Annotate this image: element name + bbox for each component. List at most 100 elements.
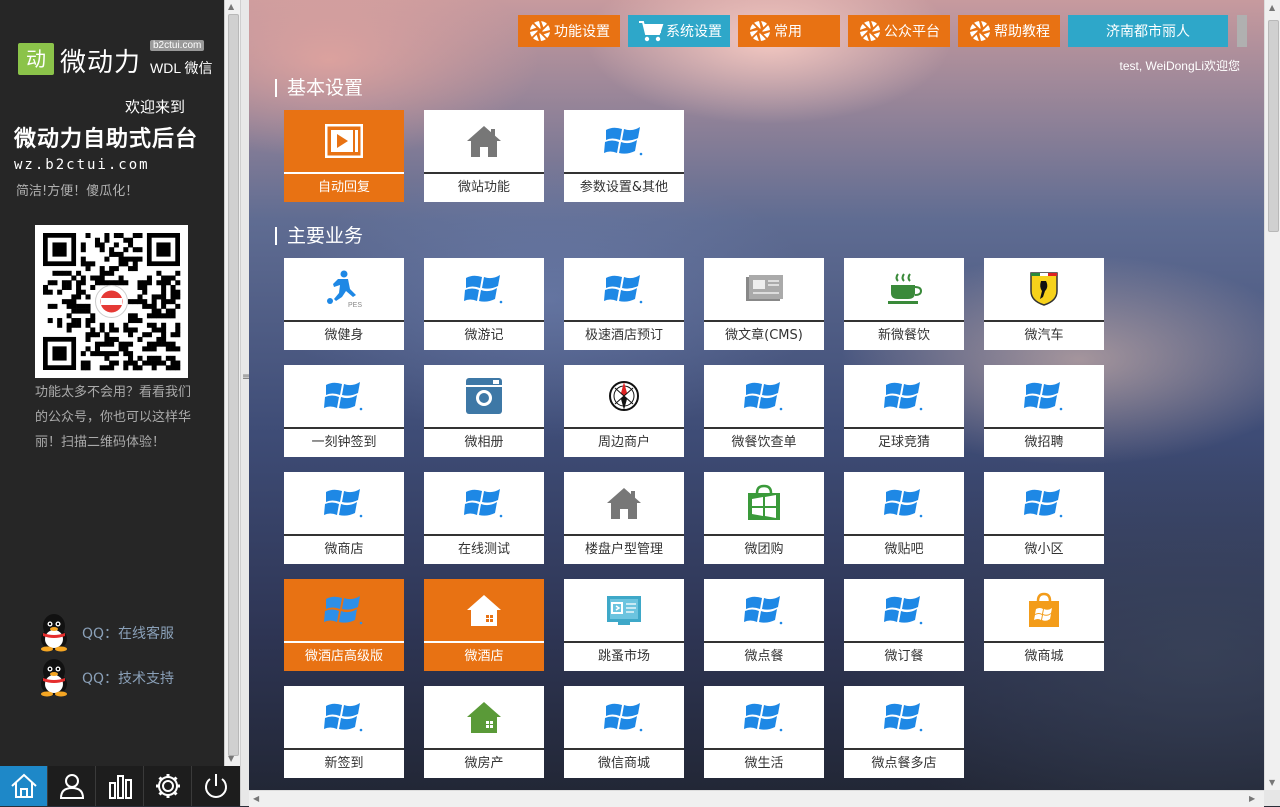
nav-account-jinan-button[interactable]: 济南都市丽人	[1068, 15, 1228, 47]
feature-tile[interactable]: 微生活	[704, 686, 824, 778]
tile-label: 微游记	[464, 328, 504, 343]
feature-tile[interactable]: 微房产	[424, 686, 544, 778]
windows-icon	[564, 258, 684, 320]
feature-tile[interactable]: 微酒店	[424, 579, 544, 671]
feature-tile[interactable]: 参数设置&其他	[564, 110, 684, 202]
feature-tile[interactable]: 微团购	[704, 472, 824, 564]
feature-tile[interactable]: 新微餐饮	[844, 258, 964, 350]
user-button[interactable]	[48, 766, 96, 806]
qr-code	[35, 225, 188, 378]
qr-description: 功能太多不会用？看看我们的公众号，你也可以这样华丽！扫描二维码体验！	[35, 385, 192, 450]
tile-label: 微相册	[464, 435, 504, 450]
nav-help-tutorial-button[interactable]: 帮助教程	[958, 15, 1060, 47]
tile-label: 微汽车	[1024, 328, 1064, 343]
qq-penguin-icon	[41, 614, 67, 652]
tile-label: 微站功能	[457, 180, 510, 195]
settings-button[interactable]	[144, 766, 192, 806]
scroll-down-arrow-icon[interactable]: ▼	[228, 754, 234, 763]
nav-function-settings-button[interactable]: 功能设置	[518, 15, 620, 47]
logo-sub: WDL 微信	[150, 60, 213, 76]
sidebar-scrollbar[interactable]: ▲ ▼	[224, 0, 241, 766]
nav-account-jinan-label: 济南都市丽人	[1106, 24, 1190, 40]
feature-tile[interactable]: 微游记	[424, 258, 544, 350]
nav-system-settings-button[interactable]: 系统设置	[628, 15, 730, 47]
feature-tile[interactable]: 楼盘户型管理	[564, 472, 684, 564]
tile-label: 微点餐	[744, 649, 784, 664]
feature-tile[interactable]: 微酒店高级版	[284, 579, 404, 671]
windows-icon	[284, 686, 404, 748]
scroll-left-arrow-icon[interactable]: ◀	[253, 794, 259, 803]
tile-label: 微点餐多店	[871, 756, 937, 771]
windows-icon	[844, 686, 964, 748]
card-icon	[704, 258, 824, 320]
feature-tile[interactable]: 微信商城	[564, 686, 684, 778]
feature-tile[interactable]: 微订餐	[844, 579, 964, 671]
feature-tile[interactable]: PES 微健身	[284, 258, 404, 350]
aperture-icon	[968, 19, 992, 43]
feature-tile[interactable]: 微商店	[284, 472, 404, 564]
tile-label: 微酒店高级版	[304, 649, 383, 664]
nav-common-button[interactable]: 常用	[738, 15, 840, 47]
feature-tile[interactable]: 微站功能	[424, 110, 544, 202]
monitor-icon	[564, 579, 684, 641]
stats-button[interactable]	[96, 766, 144, 806]
feature-tile[interactable]: 周边商户	[564, 365, 684, 457]
tile-label: 自动回复	[317, 180, 370, 195]
logo-domain: b2ctui.com	[150, 40, 205, 51]
feature-tile[interactable]: 足球竞猜	[844, 365, 964, 457]
feature-tile[interactable]: 微点餐	[704, 579, 824, 671]
tile-label: 跳蚤市场	[597, 649, 650, 664]
feature-tile[interactable]: 自动回复	[284, 110, 404, 202]
feature-tile[interactable]: 微贴吧	[844, 472, 964, 564]
scroll-right-arrow-icon[interactable]: ▶	[1249, 794, 1255, 803]
scroll-up-arrow-icon[interactable]: ▲	[1269, 3, 1275, 12]
house-green-icon	[424, 686, 544, 748]
feature-tile[interactable]: 一刻钟签到	[284, 365, 404, 457]
nav-public-platform-button[interactable]: 公众平台	[848, 15, 950, 47]
tile-label: 微酒店	[464, 649, 504, 664]
nav-common-label: 常用	[774, 24, 802, 40]
sidebar: 动 微动力 b2ctui.com WDL 微信 欢迎来到 微动力自助式后台 wz…	[0, 0, 224, 806]
nav-public-platform-label: 公众平台	[884, 24, 940, 40]
main-scroll-thumb[interactable]	[1268, 20, 1279, 232]
ferrari-shield-icon	[984, 258, 1104, 320]
aperture-icon	[858, 19, 882, 43]
user-icon	[59, 774, 84, 799]
feature-tile[interactable]: 极速酒店预订	[564, 258, 684, 350]
tile-label: 微商店	[324, 542, 364, 557]
feature-tile[interactable]: 在线测试	[424, 472, 544, 564]
tile-label: 微贴吧	[884, 542, 924, 557]
sidebar-scroll-thumb[interactable]	[228, 14, 239, 756]
tile-label: 微订餐	[884, 649, 924, 664]
feature-tile[interactable]: 微招聘	[984, 365, 1104, 457]
section-title-main-business: 主要业务	[275, 227, 363, 246]
feature-tile[interactable]: 微文章(CMS)	[704, 258, 824, 350]
main-horizontal-scrollbar[interactable]: ◀ ▶	[249, 790, 1264, 807]
tile-label: 微文章(CMS)	[725, 328, 803, 343]
tile-label: 微小区	[1024, 542, 1064, 557]
scrollbar-corner	[1264, 790, 1280, 806]
logout-button[interactable]	[192, 766, 239, 806]
play-icon	[284, 110, 404, 172]
section-title-basic-settings: 基本设置	[275, 79, 363, 98]
feature-tile[interactable]: 微商城	[984, 579, 1104, 671]
feature-tile[interactable]: 新签到	[284, 686, 404, 778]
main-vertical-scrollbar[interactable]: ▲ ▼	[1264, 0, 1280, 790]
nav-function-settings-label: 功能设置	[554, 24, 610, 40]
home-button[interactable]	[0, 766, 48, 806]
scroll-down-arrow-icon[interactable]: ▼	[1269, 778, 1275, 787]
logo: 动 微动力 b2ctui.com WDL 微信	[18, 40, 218, 80]
tile-label: 极速酒店预订	[584, 328, 663, 343]
feature-tile[interactable]: 微小区	[984, 472, 1104, 564]
qq-online-service-label: QQ：在线客服	[82, 626, 175, 642]
feature-tile[interactable]: 微餐饮查单	[704, 365, 824, 457]
qq-online-service-link[interactable]: QQ：在线客服	[36, 612, 216, 652]
house-icon	[564, 472, 684, 534]
feature-tile[interactable]: 微相册	[424, 365, 544, 457]
feature-tile[interactable]: 跳蚤市场	[564, 579, 684, 671]
scroll-up-arrow-icon[interactable]: ▲	[228, 2, 234, 11]
shopping-bag-icon	[984, 579, 1104, 641]
feature-tile[interactable]: 微汽车	[984, 258, 1104, 350]
qq-tech-support-link[interactable]: QQ：技术支持	[36, 657, 216, 697]
feature-tile[interactable]: 微点餐多店	[844, 686, 964, 778]
